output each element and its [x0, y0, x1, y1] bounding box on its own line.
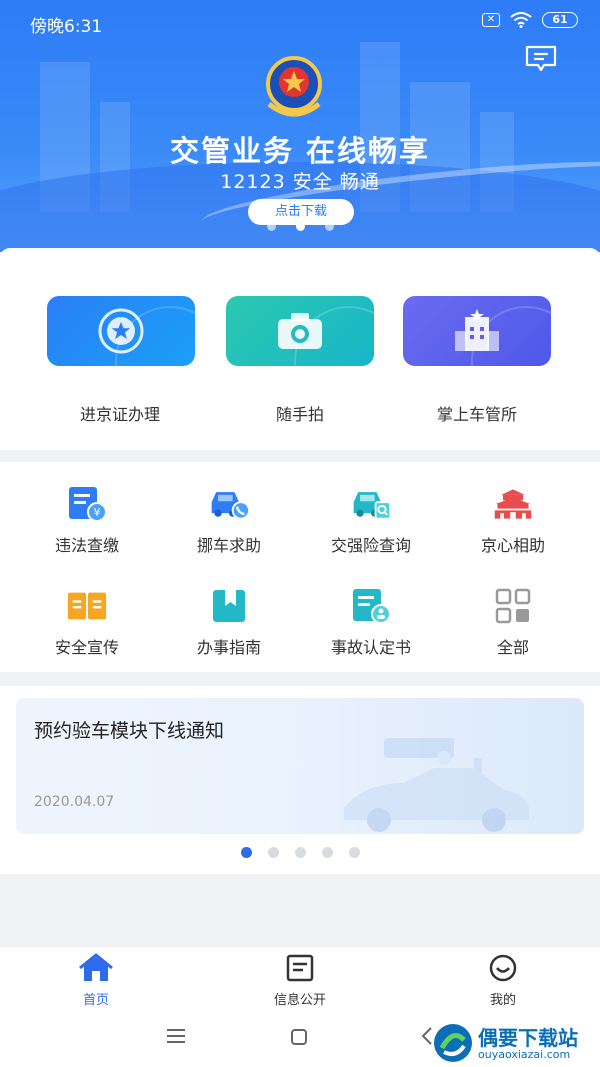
tab-mine[interactable]: 我的	[443, 953, 563, 1008]
police-emblem-icon	[266, 56, 322, 117]
home-square-icon[interactable]	[290, 1028, 308, 1046]
smile-icon	[489, 954, 517, 982]
document-icon	[286, 954, 314, 982]
building-icon	[455, 309, 499, 351]
card-label-beijing-permit: 进京证办理	[79, 405, 160, 424]
main-services: 进京证办理 随手拍 掌上车管所	[0, 248, 600, 450]
grid-label: 挪车求助	[196, 536, 261, 555]
tab-label: 首页	[82, 993, 109, 1008]
card-vehicle-office[interactable]	[403, 296, 551, 366]
grid-label: 办事指南	[196, 638, 261, 657]
grid-all-icon	[495, 588, 531, 624]
grid-label: 全部	[496, 638, 529, 657]
grid-label: 交强险查询	[330, 536, 411, 555]
notice-dot[interactable]	[321, 847, 333, 858]
notice-title: 预约验车模块下线通知	[34, 720, 225, 742]
tab-label: 我的	[489, 993, 516, 1008]
bottom-tab-bar: 首页 信息公开 我的	[0, 946, 600, 1008]
grid-item-all[interactable]: 全部	[438, 586, 588, 658]
menu-icon[interactable]	[166, 1028, 186, 1044]
service-grid: ¥ 违法查缴 挪车求助 交强险查询 京心相助 安全宣传 办事指南 事故认定书 全…	[0, 462, 600, 672]
banner-dot[interactable]	[324, 222, 334, 231]
card-label-snapshot: 随手拍	[275, 405, 324, 424]
banner-pagination	[0, 222, 600, 231]
open-book-icon	[67, 592, 107, 620]
top-banner[interactable]: 傍晚6:31 ✕ 61 交管业务 在线畅享 12123 安全 畅通 点击下载	[0, 0, 600, 252]
card-label-vehicle-office: 掌上车管所	[436, 405, 517, 424]
grid-label: 京心相助	[480, 536, 545, 555]
home-icon	[79, 953, 113, 981]
grid-label: 违法查缴	[54, 536, 119, 555]
grid-item-jingxin[interactable]: 京心相助	[438, 484, 588, 556]
watermark: 偶要下载站 ouyaoxiazai.com	[432, 1020, 592, 1066]
grid-item-move-car[interactable]: 挪车求助	[154, 484, 304, 556]
wifi-icon	[510, 12, 532, 28]
battery-icon: 61	[542, 12, 578, 28]
watermark-title: 偶要下载站	[478, 1026, 578, 1050]
notice-section: 预约验车模块下线通知 2020.04.07	[0, 686, 600, 874]
car-call-icon	[211, 492, 250, 520]
notice-dot-active[interactable]	[240, 847, 252, 858]
grid-item-accident[interactable]: 事故认定书	[296, 586, 446, 658]
camera-icon	[278, 313, 322, 349]
tab-home[interactable]: 首页	[36, 953, 156, 1008]
tiananmen-icon	[494, 489, 532, 519]
car-illustration-icon	[344, 738, 529, 832]
grid-item-fine-payment[interactable]: ¥ 违法查缴	[12, 484, 162, 556]
insurance-search-icon	[353, 492, 392, 520]
accident-doc-icon	[353, 589, 391, 624]
notice-dot[interactable]	[267, 847, 279, 858]
grid-item-insurance[interactable]: 交强险查询	[296, 484, 446, 556]
status-bar: 傍晚6:31 ✕ 61	[0, 0, 600, 44]
fine-payment-icon: ¥	[69, 487, 107, 522]
grid-item-guide[interactable]: 办事指南	[154, 586, 304, 658]
status-time: 傍晚6:31	[30, 17, 103, 37]
banner-dot[interactable]	[266, 222, 276, 231]
notice-date: 2020.04.07	[34, 794, 115, 810]
tab-label: 信息公开	[273, 993, 326, 1008]
grid-item-safety[interactable]: 安全宣传	[12, 586, 162, 658]
notice-pagination	[0, 847, 600, 858]
tab-info[interactable]: 信息公开	[240, 953, 360, 1008]
card-beijing-permit[interactable]	[47, 296, 195, 366]
sim-icon: ✕	[482, 13, 500, 27]
svg-text:¥: ¥	[94, 506, 101, 519]
grid-label: 安全宣传	[54, 638, 119, 657]
notice-dot[interactable]	[348, 847, 360, 858]
star-badge-icon	[98, 308, 144, 354]
message-icon[interactable]	[524, 44, 558, 74]
notice-dot[interactable]	[294, 847, 306, 858]
card-snapshot[interactable]	[226, 296, 374, 366]
bookmark-icon	[213, 590, 245, 622]
watermark-logo-icon	[434, 1024, 472, 1062]
banner-title: 交管业务 在线畅享	[169, 134, 431, 168]
grid-label: 事故认定书	[330, 638, 411, 657]
banner-subtitle: 12123 安全 畅通	[220, 171, 380, 193]
notice-card[interactable]: 预约验车模块下线通知 2020.04.07	[16, 698, 584, 834]
banner-dot-active[interactable]	[295, 222, 305, 231]
watermark-url: ouyaoxiazai.com	[478, 1048, 571, 1061]
